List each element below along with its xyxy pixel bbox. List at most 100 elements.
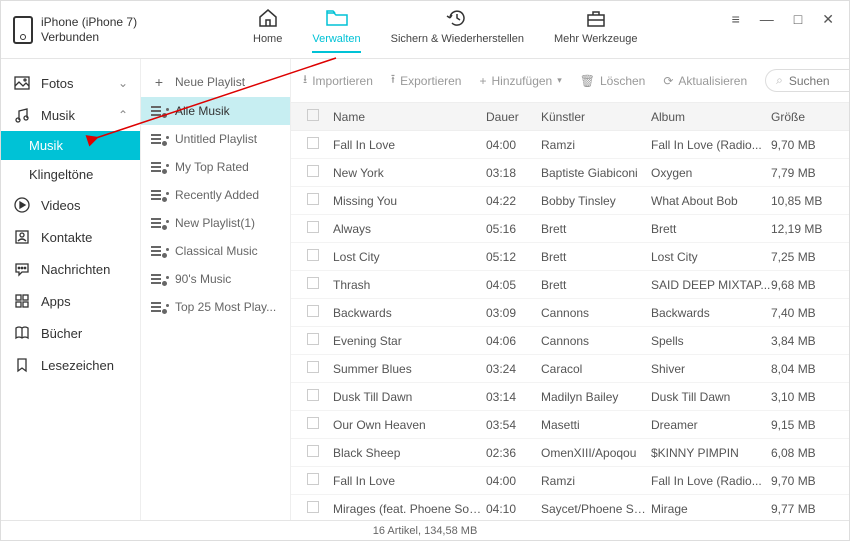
chevron-down-icon: ⌄ [118,76,128,90]
playlist-mytop[interactable]: My Top Rated [141,153,290,181]
sidebar-kontakte[interactable]: Kontakte [1,221,140,253]
home-icon [256,7,280,29]
table-row[interactable]: Fall In Love04:00RamziFall In Love (Radi… [291,467,849,495]
search-box[interactable]: ⌕ [765,69,849,92]
cell-size: 9,15 MB [771,418,841,432]
cell-size: 7,40 MB [771,306,841,320]
table-row[interactable]: Fall In Love04:00RamziFall In Love (Radi… [291,131,849,159]
cell-artist: Madilyn Bailey [541,390,651,404]
sidebar-buecher[interactable]: Bücher [1,317,140,349]
playlist-untitled[interactable]: Untitled Playlist [141,125,290,153]
row-checkbox[interactable] [307,501,319,513]
import-button[interactable]: ⭳Importieren [303,70,373,91]
apps-icon [13,292,31,310]
row-checkbox[interactable] [307,333,319,345]
row-checkbox[interactable] [307,137,319,149]
playlist-recent[interactable]: Recently Added [141,181,290,209]
cell-album: SAID DEEP MIXTAP... [651,278,771,292]
table-body[interactable]: Fall In Love04:00RamziFall In Love (Radi… [291,131,849,520]
table-row[interactable]: Black Sheep02:36OmenXIII/Apoqou$KINNY PI… [291,439,849,467]
search-input[interactable] [789,74,849,88]
cell-name: Dusk Till Dawn [327,390,486,404]
row-checkbox[interactable] [307,417,319,429]
menu-button[interactable]: ≡ [727,9,745,30]
minimize-button[interactable]: — [755,9,779,30]
table-row[interactable]: Our Own Heaven03:54MasettiDreamer9,15 MB [291,411,849,439]
table-row[interactable]: Summer Blues03:24CaracolShiver8,04 MB [291,355,849,383]
sidebar-fotos[interactable]: Fotos⌄ [1,67,140,99]
playlist-icon [151,188,167,202]
message-icon [13,260,31,278]
row-checkbox[interactable] [307,305,319,317]
book-icon [13,324,31,342]
cell-dauer: 03:14 [486,390,541,404]
nav-werkzeuge[interactable]: Mehr Werkzeuge [554,7,638,53]
playlist-classical[interactable]: Classical Music [141,237,290,265]
nav-verwalten[interactable]: Verwalten [312,7,360,53]
row-checkbox[interactable] [307,389,319,401]
playlist-new1[interactable]: New Playlist(1) [141,209,290,237]
phone-icon [13,16,33,44]
col-groesse[interactable]: Größe [771,110,841,124]
refresh-button[interactable]: ⟳Aktualisieren [663,74,747,88]
close-button[interactable]: ✕ [817,9,839,30]
cell-artist: Bobby Tinsley [541,194,651,208]
cell-album: Fall In Love (Radio... [651,474,771,488]
sidebar-apps[interactable]: Apps [1,285,140,317]
maximize-button[interactable]: □ [789,9,807,30]
cell-size: 9,70 MB [771,474,841,488]
table-row[interactable]: Evening Star04:06CannonsSpells3,84 MB [291,327,849,355]
export-button[interactable]: ⭱Exportieren [391,70,462,91]
table-row[interactable]: Mirages (feat. Phoene Somsavath)04:10Say… [291,495,849,520]
table-row[interactable]: Always05:16BrettBrett12,19 MB [291,215,849,243]
add-button[interactable]: +Hinzufügen▾ [479,74,561,88]
sidebar-musik-sub[interactable]: Musik [1,131,140,160]
cell-artist: Brett [541,222,651,236]
row-checkbox[interactable] [307,445,319,457]
sidebar-musik[interactable]: Musik⌃ [1,99,140,131]
playlist-top25[interactable]: Top 25 Most Play... [141,293,290,321]
cell-dauer: 05:12 [486,250,541,264]
col-name[interactable]: Name [327,110,486,124]
row-checkbox[interactable] [307,249,319,261]
nav-sichern[interactable]: Sichern & Wiederherstellen [391,7,524,53]
select-all-checkbox[interactable] [307,109,319,121]
sidebar-lesezeichen[interactable]: Lesezeichen [1,349,140,381]
row-checkbox[interactable] [307,221,319,233]
playlist-icon [151,160,167,174]
row-checkbox[interactable] [307,165,319,177]
col-dauer[interactable]: Dauer [486,110,541,124]
table-row[interactable]: Dusk Till Dawn03:14Madilyn BaileyDusk Ti… [291,383,849,411]
sidebar-videos[interactable]: Videos [1,189,140,221]
row-checkbox[interactable] [307,473,319,485]
nav-home[interactable]: Home [253,7,282,53]
cell-name: Mirages (feat. Phoene Somsavath) [327,502,486,516]
playlist-alle-musik[interactable]: Alle Musik [141,97,290,125]
row-checkbox[interactable] [307,361,319,373]
row-checkbox[interactable] [307,277,319,289]
delete-button[interactable]: 🗑Löschen [580,74,646,88]
table-row[interactable]: Missing You04:22Bobby TinsleyWhat About … [291,187,849,215]
sidebar-nachrichten[interactable]: Nachrichten [1,253,140,285]
cell-dauer: 03:54 [486,418,541,432]
table-row[interactable]: Lost City05:12BrettLost City7,25 MB [291,243,849,271]
refresh-icon: ⟳ [663,74,673,88]
playlist-neue[interactable]: +Neue Playlist [141,67,290,97]
cell-artist: Saycet/Phoene Som... [541,502,651,516]
plus-icon: + [151,74,167,90]
row-checkbox[interactable] [307,193,319,205]
col-kuenstler[interactable]: Künstler [541,110,651,124]
playlist-90s[interactable]: 90's Music [141,265,290,293]
table-row[interactable]: Thrash04:05BrettSAID DEEP MIXTAP...9,68 … [291,271,849,299]
table-row[interactable]: Backwards03:09CannonsBackwards7,40 MB [291,299,849,327]
cell-size: 8,04 MB [771,362,841,376]
table-row[interactable]: New York03:18Baptiste GiabiconiOxygen7,7… [291,159,849,187]
trash-icon: 🗑 [580,74,595,88]
cell-dauer: 03:09 [486,306,541,320]
cell-artist: Cannons [541,306,651,320]
cell-album: Mirage [651,502,771,516]
playlist-icon [151,244,167,258]
sidebar-klingeltoene[interactable]: Klingeltöne [1,160,140,189]
cell-size: 7,79 MB [771,166,841,180]
col-album[interactable]: Album [651,110,771,124]
